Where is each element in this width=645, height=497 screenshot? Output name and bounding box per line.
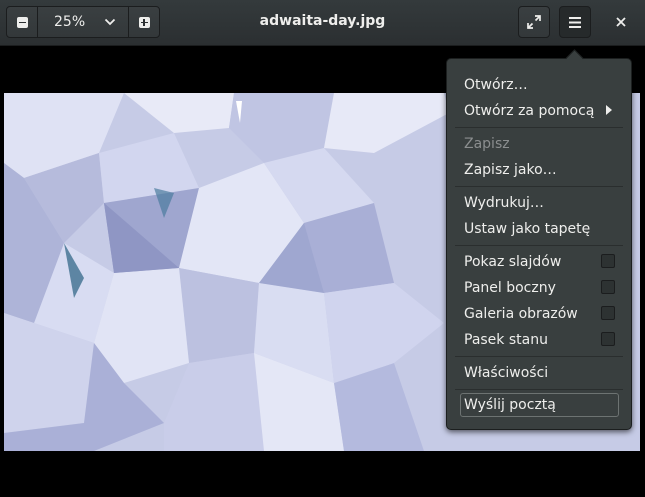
- menu-item-gallery[interactable]: Galeria obrazów: [464, 305, 578, 323]
- window-title: adwaita-day.jpg: [259, 13, 386, 29]
- popover-arrow: [565, 49, 584, 68]
- menu-item-set-wallpaper[interactable]: Ustaw jako tapetę: [464, 220, 590, 238]
- menu-separator: [455, 245, 623, 246]
- menu-item-sidebar[interactable]: Panel boczny: [464, 279, 556, 297]
- menu-item-properties[interactable]: Właściwości: [464, 364, 548, 382]
- fullscreen-button[interactable]: [518, 6, 550, 38]
- header-bar: 25% adwaita-day.jpg: [0, 0, 645, 46]
- gallery-checkbox[interactable]: [601, 306, 615, 320]
- main-menu-popover: Otwórz… Otwórz za pomocą Zapisz Zapisz j…: [446, 49, 632, 430]
- menu-item-statusbar[interactable]: Pasek stanu: [464, 331, 548, 349]
- chevron-down-icon: [104, 18, 116, 26]
- menu-separator: [455, 186, 623, 187]
- menu-item-open[interactable]: Otwórz…: [464, 76, 528, 94]
- zoom-in-icon: [138, 16, 150, 28]
- menu-separator: [455, 127, 623, 128]
- zoom-out-icon: [16, 16, 28, 28]
- zoom-level-combo[interactable]: 25%: [37, 7, 129, 37]
- menu-separator: [455, 389, 623, 390]
- slideshow-checkbox[interactable]: [601, 254, 615, 268]
- zoom-out-button[interactable]: [7, 7, 37, 37]
- close-button[interactable]: [605, 6, 637, 38]
- menu-item-save: Zapisz: [464, 136, 510, 152]
- zoom-level-value: 25%: [54, 14, 86, 30]
- zoom-in-button[interactable]: [129, 7, 159, 37]
- menu-item-send-email[interactable]: Wyślij pocztą: [464, 396, 556, 414]
- fullscreen-icon: [527, 15, 541, 29]
- menu-item-save-as[interactable]: Zapisz jako…: [464, 161, 557, 179]
- menu-item-slideshow[interactable]: Pokaz slajdów: [464, 253, 561, 271]
- menu-separator: [455, 356, 623, 357]
- menu-item-open-with[interactable]: Otwórz za pomocą: [464, 102, 594, 120]
- menu-item-print[interactable]: Wydrukuj…: [464, 194, 544, 212]
- statusbar-checkbox[interactable]: [601, 332, 615, 346]
- close-icon: [616, 17, 626, 27]
- zoom-control: 25%: [6, 6, 160, 38]
- submenu-arrow-icon: [606, 105, 612, 115]
- main-menu-button[interactable]: [559, 6, 591, 38]
- sidebar-checkbox[interactable]: [601, 280, 615, 294]
- hamburger-menu-icon: [569, 16, 581, 28]
